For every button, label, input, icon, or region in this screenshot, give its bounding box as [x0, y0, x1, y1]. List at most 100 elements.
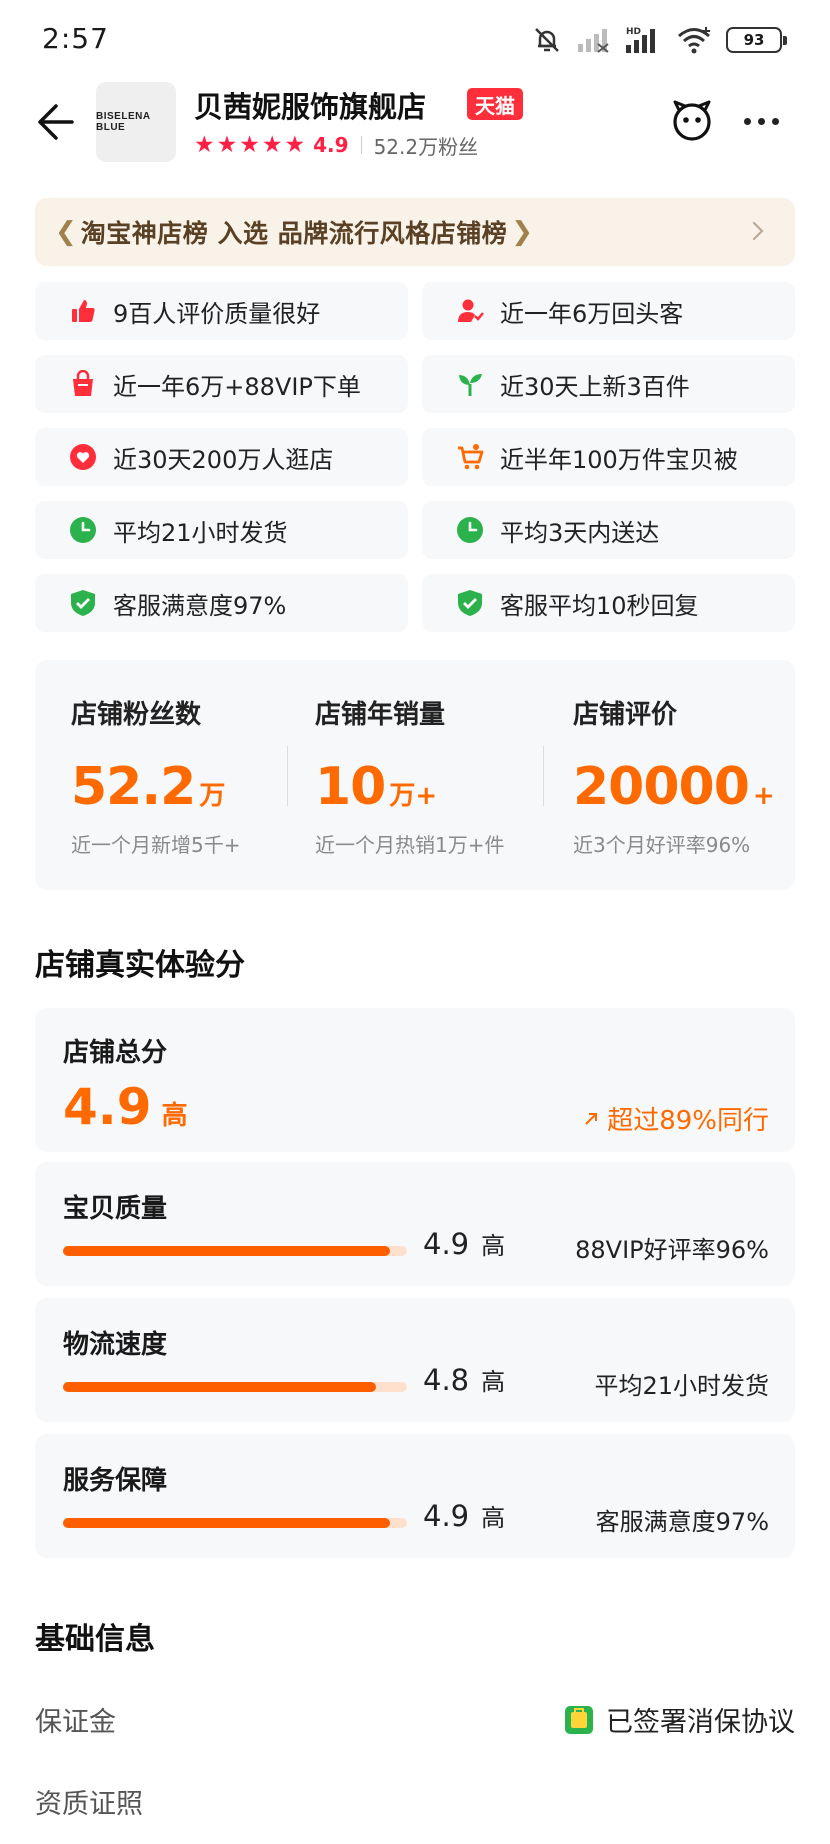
- score-level: 高: [481, 1504, 506, 1532]
- fans-count: 52.2万粉丝: [373, 134, 479, 159]
- score-card[interactable]: 物流速度 4.8 高 平均21小时发货: [35, 1298, 795, 1422]
- heart-icon: [69, 443, 97, 471]
- rating-stars: ★ ★ ★ ★ ★: [194, 131, 306, 158]
- highlight-item[interactable]: 近一年6万回头客: [422, 282, 795, 340]
- shop-ranking-banner[interactable]: ❮ 淘宝神店榜 入选 品牌流行风格店铺榜 ❯: [35, 198, 795, 266]
- banner-text: 淘宝神店榜 入选 品牌流行风格店铺榜: [80, 219, 508, 248]
- highlight-item[interactable]: 平均3天内送达: [422, 501, 795, 559]
- stat-number: 52.2: [71, 757, 196, 817]
- status-time: 2:57: [42, 22, 109, 55]
- stat-label: 店铺评价: [573, 700, 678, 730]
- store-rating-row: ★ ★ ★ ★ ★ 4.9 52.2万粉丝: [194, 130, 478, 160]
- total-score-card: 店铺总分 4.9 高 超过89%同行: [35, 1008, 795, 1152]
- score-desc: 平均21小时发货: [594, 1372, 769, 1400]
- highlight-item[interactable]: 客服满意度97%: [35, 574, 408, 632]
- qualification-row[interactable]: 资质证照: [35, 1782, 795, 1822]
- deposit-value-text: 已签署消保协议: [606, 1707, 795, 1738]
- battery-icon: 93: [726, 27, 787, 53]
- chevron-right-icon: [752, 221, 764, 241]
- status-icons: HD 93: [532, 22, 787, 58]
- stat-divider: [287, 746, 288, 806]
- score-value: 4.8 高: [423, 1362, 505, 1397]
- cart-icon: [456, 443, 484, 471]
- signal-hd-icon: HD: [626, 27, 655, 53]
- shield-check-icon: [456, 589, 484, 617]
- stat-sub: 近一个月新增5千+: [71, 833, 241, 857]
- sprout-icon: [456, 370, 484, 398]
- shopping-bag-icon: [69, 370, 97, 398]
- highlight-item[interactable]: 平均21小时发货: [35, 501, 408, 559]
- stat-reviews[interactable]: 店铺评价 20000 + 近3个月好评率96%: [573, 694, 775, 858]
- total-score-value: 4.9 高: [63, 1078, 188, 1136]
- basic-info-section-title: 基础信息: [35, 1622, 155, 1657]
- star-icon: ★: [284, 131, 306, 158]
- wifi-icon: [678, 27, 710, 54]
- status-bar: 2:57 HD 93: [0, 0, 830, 80]
- user-repeat-icon: [456, 297, 484, 325]
- experience-section-title: 店铺真实体验分: [35, 948, 245, 983]
- clock-icon: [456, 516, 484, 544]
- exceed-peers-text: 超过89%同行: [607, 1106, 769, 1136]
- stat-value: 52.2 万: [71, 757, 240, 817]
- score-desc: 客服满意度97%: [595, 1508, 769, 1536]
- score-card[interactable]: 服务保障 4.9 高 客服满意度97%: [35, 1434, 795, 1558]
- stat-annual-sales[interactable]: 店铺年销量 10 万+ 近一个月热销1万+件: [315, 694, 504, 858]
- stat-divider: [543, 746, 544, 806]
- tmall-badge: 天猫: [467, 88, 523, 120]
- highlight-text: 9百人评价质量很好: [113, 299, 321, 328]
- highlight-item[interactable]: 客服平均10秒回复: [422, 574, 795, 632]
- highlight-item[interactable]: 近30天上新3百件: [422, 355, 795, 413]
- star-icon: ★: [261, 131, 283, 158]
- highlight-text: 近半年100万件宝贝被: [500, 445, 738, 474]
- stat-label: 店铺年销量: [315, 700, 446, 730]
- hd-label: HD: [626, 27, 641, 37]
- star-icon: ★: [216, 131, 238, 158]
- back-arrow-icon[interactable]: [32, 100, 76, 144]
- highlight-item[interactable]: 近一年6万+88VIP下单: [35, 355, 408, 413]
- store-name: 贝茜妮服饰旗舰店: [194, 90, 427, 124]
- customer-service-icon[interactable]: [669, 98, 715, 144]
- score-bar-track: [63, 1246, 407, 1256]
- signal-weak-icon: [578, 29, 609, 53]
- store-header: BISELENA BLUE 贝茜妮服饰旗舰店 天猫 ★ ★ ★ ★ ★ 4.9 52.2…: [0, 80, 830, 170]
- score-bar-fill: [63, 1382, 377, 1392]
- score-number: 4.9: [423, 1227, 470, 1261]
- stat-unit: 万+: [389, 781, 438, 811]
- stat-unit: 万: [199, 781, 226, 811]
- rating-divider: [360, 136, 362, 154]
- thumbs-up-icon: [69, 297, 97, 325]
- highlight-item[interactable]: 近半年100万件宝贝被: [422, 428, 795, 486]
- highlight-text: 近30天上新3百件: [500, 372, 690, 401]
- deposit-value: 已签署消保协议: [564, 1700, 795, 1739]
- score-card[interactable]: 宝贝质量 4.9 高 88VIP好评率96%: [35, 1162, 795, 1286]
- star-icon: ★: [239, 131, 260, 158]
- highlight-item[interactable]: 近30天200万人逛店: [35, 428, 408, 486]
- highlight-text: 近30天200万人逛店: [113, 445, 334, 474]
- total-score-number: 4.9: [63, 1078, 152, 1136]
- stat-label: 店铺粉丝数: [71, 700, 202, 730]
- score-desc: 88VIP好评率96%: [575, 1236, 769, 1264]
- score-bar-fill: [63, 1246, 390, 1256]
- consumer-protection-icon: [565, 1705, 593, 1734]
- store-logo[interactable]: BISELENA BLUE: [96, 82, 176, 162]
- star-icon: ★: [194, 131, 215, 158]
- score-value: 4.9 高: [423, 1226, 505, 1261]
- stat-number: 10: [315, 757, 386, 817]
- stat-fans[interactable]: 店铺粉丝数 52.2 万 近一个月新增5千+: [71, 694, 240, 858]
- laurel-right-icon: ❯: [511, 217, 534, 247]
- score-value: 4.9 高: [423, 1498, 505, 1533]
- stat-value: 10 万+: [315, 757, 504, 817]
- stat-sub: 近3个月好评率96%: [573, 833, 751, 857]
- rating-value: 4.9: [313, 133, 349, 157]
- stat-value: 20000 +: [573, 757, 775, 817]
- store-highlights-grid: 9百人评价质量很好 近一年6万回头客 近一年6万+88VIP下单 近30天上新3百件近…: [35, 282, 795, 632]
- stat-number: 20000: [573, 757, 750, 817]
- score-number: 4.9: [423, 1499, 470, 1533]
- score-level: 高: [481, 1368, 506, 1396]
- stat-sub: 近一个月热销1万+件: [315, 833, 505, 857]
- deposit-row[interactable]: 保证金 已签署消保协议: [35, 1700, 795, 1740]
- stat-unit: +: [752, 781, 775, 811]
- mute-bell-icon: [535, 28, 559, 52]
- highlight-item[interactable]: 9百人评价质量很好: [35, 282, 408, 340]
- more-options-icon[interactable]: [744, 118, 779, 125]
